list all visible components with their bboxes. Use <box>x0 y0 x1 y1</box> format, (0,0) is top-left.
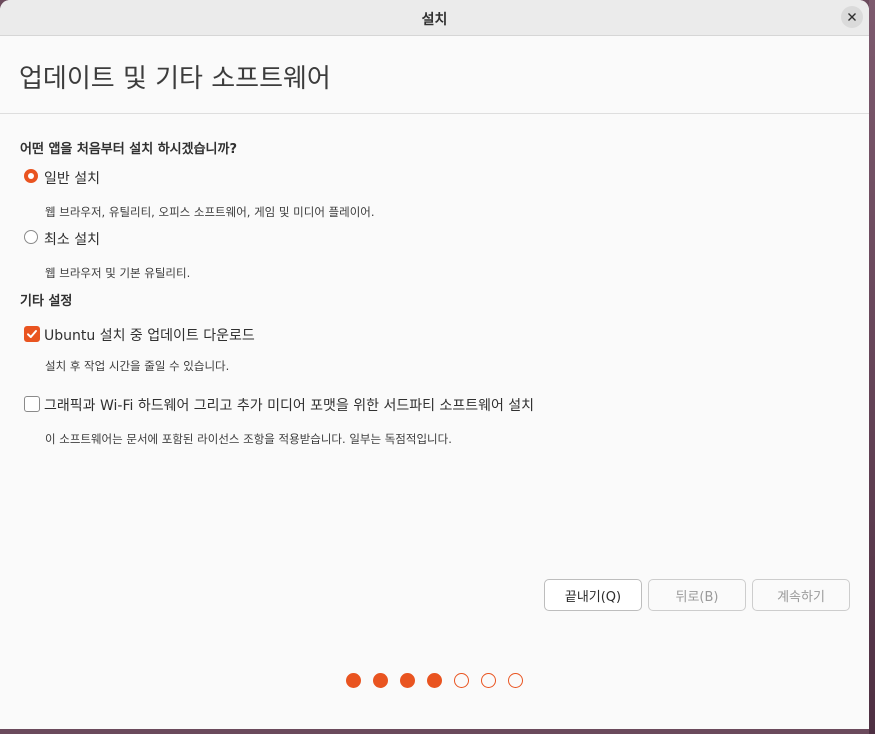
progress-dot-4 <box>427 673 442 688</box>
third-party-description: 이 소프트웨어는 문서에 포함된 라이선스 조항을 적용받습니다. 일부는 독점… <box>45 432 452 446</box>
download-updates-checkbox[interactable] <box>24 326 40 342</box>
progress-dot-1 <box>346 673 361 688</box>
page-header: 업데이트 및 기타 소프트웨어 <box>0 36 869 114</box>
window-title: 설치 <box>421 12 448 28</box>
title-bar: 설치 <box>0 0 869 36</box>
normal-install-label[interactable]: 일반 설치 <box>44 168 100 188</box>
minimal-install-description: 웹 브라우저 및 기본 유틸리티. <box>45 266 191 280</box>
quit-button[interactable]: 끝내기(Q) <box>544 579 642 611</box>
download-updates-description: 설치 후 작업 시간을 줄일 수 있습니다. <box>45 359 230 373</box>
minimal-install-radio[interactable] <box>24 230 38 244</box>
download-updates-label[interactable]: Ubuntu 설치 중 업데이트 다운로드 <box>44 325 255 345</box>
minimal-install-label[interactable]: 최소 설치 <box>44 229 100 249</box>
install-type-question: 어떤 앱을 처음부터 설치 하시겠습니까? <box>20 142 238 157</box>
checkmark-icon <box>27 330 37 338</box>
minimal-install-option[interactable] <box>24 230 38 244</box>
normal-install-radio[interactable] <box>24 169 38 183</box>
download-updates-option[interactable] <box>24 326 40 342</box>
third-party-checkbox[interactable] <box>24 396 40 412</box>
installer-window: 설치 업데이트 및 기타 소프트웨어 어떤 앱을 처음부터 설치 하시겠습니까?… <box>0 0 869 729</box>
progress-dot-2 <box>373 673 388 688</box>
progress-dot-7 <box>508 673 523 688</box>
normal-install-option[interactable] <box>24 169 38 183</box>
page-title: 업데이트 및 기타 소프트웨어 <box>19 64 331 94</box>
back-button[interactable]: 뒤로(B) <box>648 579 746 611</box>
progress-dot-5 <box>454 673 469 688</box>
progress-dot-3 <box>400 673 415 688</box>
progress-dot-6 <box>481 673 496 688</box>
close-icon <box>848 13 856 21</box>
third-party-option[interactable] <box>24 396 40 412</box>
close-button[interactable] <box>841 6 863 28</box>
normal-install-description: 웹 브라우저, 유틸리티, 오피스 소프트웨어, 게임 및 미디어 플레이어. <box>45 205 375 219</box>
continue-button[interactable]: 계속하기 <box>752 579 850 611</box>
other-settings-title: 기타 설정 <box>20 294 73 309</box>
desktop-background <box>869 0 875 734</box>
third-party-label[interactable]: 그래픽과 Wi-Fi 하드웨어 그리고 추가 미디어 포맷을 위한 서드파티 소… <box>44 395 534 415</box>
